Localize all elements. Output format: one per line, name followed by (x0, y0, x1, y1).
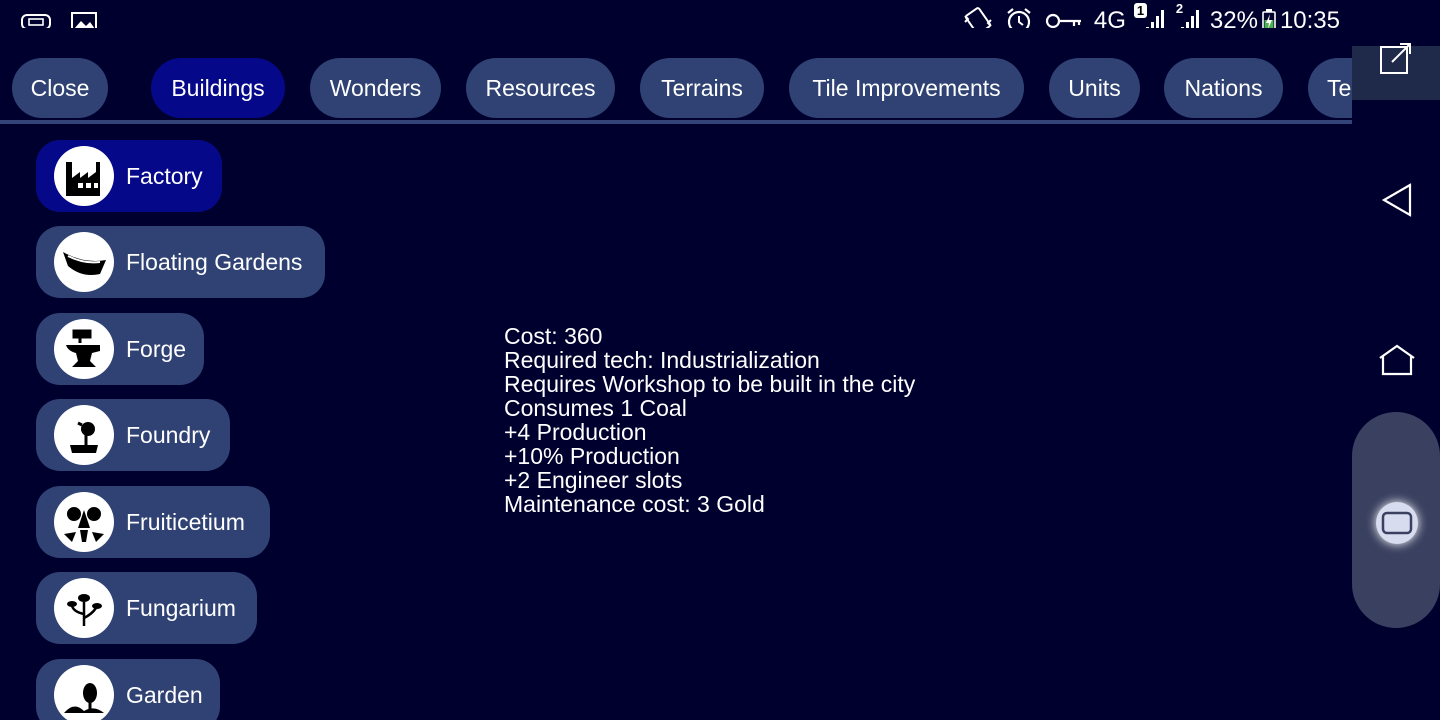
tab-nations[interactable]: Nations (1164, 58, 1283, 118)
detail-required-tech: Required tech: Industrialization (504, 347, 820, 373)
tab-units[interactable]: Units (1049, 58, 1140, 118)
tab-resources[interactable]: Resources (466, 58, 615, 118)
mushroom-icon (54, 578, 114, 638)
foundry-icon (54, 405, 114, 465)
factory-icon (54, 146, 114, 206)
building-details: Cost: 360 Required tech: Industrializati… (504, 324, 915, 516)
list-item-factory[interactable]: Factory (36, 140, 222, 212)
sim1-badge: 1 (1133, 3, 1148, 18)
list-item-label: Factory (126, 162, 203, 189)
tab-tile-improvements[interactable]: Tile Improvements (789, 58, 1024, 118)
tab-buildings[interactable]: Buildings (151, 58, 285, 118)
boat-icon (54, 232, 114, 292)
list-item-label: Garden (126, 681, 203, 708)
anvil-icon (54, 319, 114, 379)
list-item-forge[interactable]: Forge (36, 313, 204, 385)
detail-requirement: Requires Workshop to be built in the cit… (504, 371, 916, 397)
fruit-icon (54, 492, 114, 552)
list-item-fruiticetium[interactable]: Fruiticetium (36, 486, 270, 558)
tab-bar-divider (0, 120, 1352, 124)
list-item-label: Floating Gardens (126, 248, 303, 275)
tab-terrains[interactable]: Terrains (640, 58, 764, 118)
list-item-fungarium[interactable]: Fungarium (36, 572, 257, 644)
floating-nav-handle[interactable] (1352, 412, 1440, 628)
list-item-label: Forge (126, 335, 187, 362)
detail-specialist-slots: +2 Engineer slots (504, 467, 683, 493)
list-item-label: Fungarium (126, 594, 236, 621)
tab-close[interactable]: Close (12, 58, 108, 118)
tab-wonders[interactable]: Wonders (310, 58, 441, 118)
tab-technologies[interactable]: Technolog (1308, 58, 1352, 118)
list-item-label: Fruiticetium (126, 508, 245, 535)
detail-production-percent: +10% Production (504, 443, 680, 469)
category-tab-bar: Close Buildings Wonders Resources Terrai… (0, 28, 1352, 120)
recents-icon[interactable] (1376, 502, 1418, 544)
back-icon[interactable] (1380, 182, 1414, 218)
detail-consumes: Consumes 1 Coal (504, 395, 687, 421)
detail-maintenance: Maintenance cost: 3 Gold (504, 491, 765, 517)
list-item-foundry[interactable]: Foundry (36, 399, 230, 471)
list-item-label: Foundry (126, 421, 211, 448)
building-list[interactable]: Factory Floating Gardens Forge Foundry F… (0, 126, 400, 720)
list-item-garden[interactable]: Garden (36, 659, 220, 720)
sim2-badge: 2 (1175, 1, 1184, 16)
detail-production: +4 Production (504, 419, 647, 445)
garden-icon (54, 665, 114, 720)
home-icon[interactable] (1378, 342, 1416, 378)
detail-cost: Cost: 360 (504, 323, 603, 349)
expand-icon[interactable] (1378, 40, 1414, 76)
list-item-floating-gardens[interactable]: Floating Gardens (36, 226, 325, 298)
